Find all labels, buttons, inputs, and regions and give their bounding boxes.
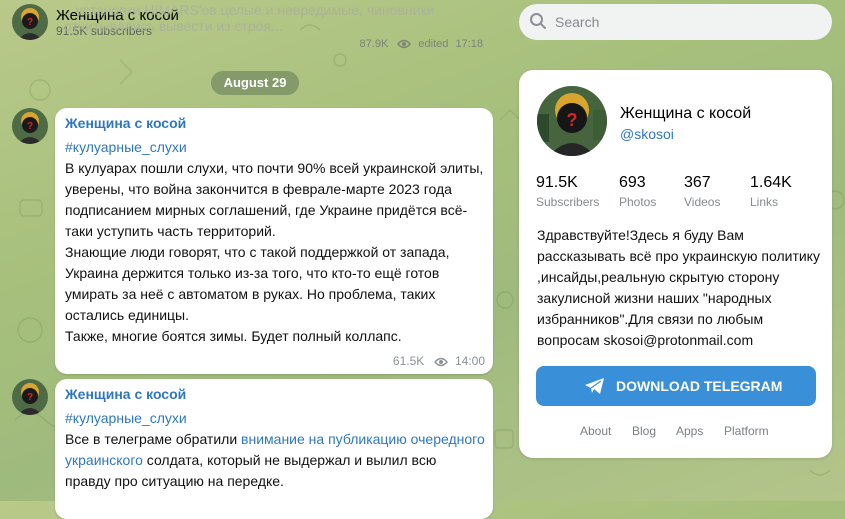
stat-videos[interactable]: 367 Videos xyxy=(684,174,720,209)
telegram-plane-icon xyxy=(585,378,604,394)
svg-text:?: ? xyxy=(27,121,33,132)
message-text-part: Все в телеграме обратили xyxy=(65,431,242,447)
stat-links[interactable]: 1.64K Links xyxy=(750,174,792,209)
message-time: 14:00 xyxy=(454,354,485,368)
stat-label: Links xyxy=(750,195,779,209)
panel-avatar: ? xyxy=(537,86,607,156)
message-text: #кулуарные_слухи Все в телеграме обратил… xyxy=(65,408,485,492)
date-separator: August 29 xyxy=(211,71,299,95)
previous-time: 17:18 xyxy=(455,38,483,50)
stat-value: 693 xyxy=(619,174,646,191)
message-views: 61.5K xyxy=(392,354,425,368)
previous-message-text: ...установки HIMARS'ов целые и невредимы… xyxy=(64,2,434,34)
message-paragraph: Все в телеграме обратили внимание на пуб… xyxy=(65,429,485,492)
download-telegram-button[interactable]: DOWNLOAD TELEGRAM xyxy=(536,366,816,406)
message-author[interactable]: Женщина с косой xyxy=(65,386,186,402)
footer-link-platform[interactable]: Platform xyxy=(724,424,769,438)
inline-link[interactable]: внимание на публикацию xyxy=(241,431,407,447)
message-paragraph: Знающие люди говорят, что с такой поддер… xyxy=(65,244,450,323)
message-bubble: Женщина с косой #кулуарные_слухи В кулуа… xyxy=(55,108,493,374)
download-button-label: DOWNLOAD TELEGRAM xyxy=(616,378,783,394)
message-avatar[interactable]: ? xyxy=(12,108,48,144)
footer-link-apps[interactable]: Apps xyxy=(676,424,703,438)
stat-photos[interactable]: 693 Photos xyxy=(619,174,656,209)
svg-text:?: ? xyxy=(27,17,33,28)
message-bubble: Женщина с косой #кулуарные_слухи Все в т… xyxy=(55,379,493,519)
hashtag-link[interactable]: #кулуарные_слухи xyxy=(65,410,187,426)
previous-message-fragment: ...установки HIMARS'ов целые и невредимы… xyxy=(60,0,493,54)
stat-subscribers: 91.5K Subscribers xyxy=(536,174,599,209)
previous-views: 87.9K xyxy=(359,38,389,50)
previous-text-line-1: ...установки HIMARS'ов целые и невредимы… xyxy=(64,2,435,18)
panel-channel-handle[interactable]: @skosoi xyxy=(620,126,674,142)
stat-label: Photos xyxy=(619,195,657,209)
panel-channel-name: Женщина с косой xyxy=(620,105,752,122)
search-input[interactable]: Search xyxy=(519,4,832,40)
stat-label: Videos xyxy=(684,195,721,209)
previous-message-meta: 87.9K edited 17:18 xyxy=(360,38,483,50)
stat-value: 91.5K xyxy=(536,174,578,191)
message-meta: 61.5K 14:00 xyxy=(393,354,485,368)
message-author[interactable]: Женщина с косой xyxy=(65,115,186,131)
svg-text:?: ? xyxy=(27,392,33,403)
footer-link-about[interactable]: About xyxy=(580,424,611,438)
footer-link-blog[interactable]: Blog xyxy=(632,424,656,438)
eye-icon xyxy=(433,357,448,367)
hashtag-link[interactable]: #кулуарные_слухи xyxy=(65,139,187,155)
channel-avatar[interactable]: ? xyxy=(12,4,48,40)
message-text: #кулуарные_слухи В кулуарах пошли слухи,… xyxy=(65,137,485,347)
message-paragraph: В кулуарах пошли слухи, что почти 90% вс… xyxy=(65,160,484,239)
svg-text:?: ? xyxy=(567,110,578,130)
previous-edited: edited xyxy=(418,38,449,50)
channel-description: Здравствуйте!Здесь я буду Вам рассказыва… xyxy=(537,227,820,348)
message-paragraph: Также, многие боятся зимы. Будет полный … xyxy=(65,328,402,344)
previous-text-line-2: отчитывались вывести из строя... xyxy=(64,18,283,34)
eye-icon xyxy=(397,39,412,49)
search-icon xyxy=(530,13,546,29)
stat-value: 367 xyxy=(684,174,711,191)
message-avatar[interactable]: ? xyxy=(12,379,48,415)
stat-value: 1.64K xyxy=(750,174,792,191)
search-placeholder: Search xyxy=(555,14,600,30)
channel-info-panel: ? Женщина с косой @skosoi 91.5K Subscrib… xyxy=(519,70,832,458)
stat-label: Subscribers xyxy=(536,195,600,209)
